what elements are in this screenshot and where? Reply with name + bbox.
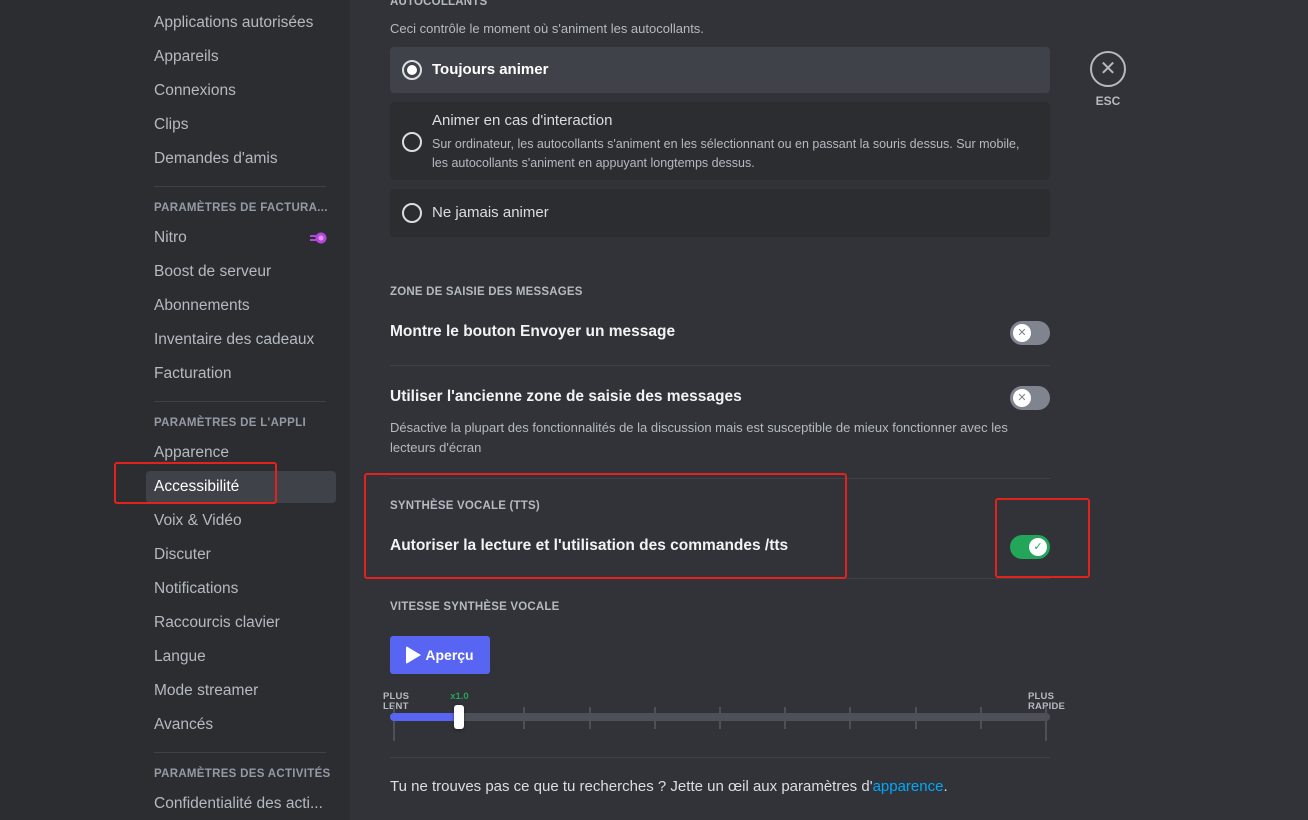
annotation-box-tts-setting bbox=[364, 473, 847, 579]
sidebar-item-advanced[interactable]: Avancés bbox=[146, 709, 336, 741]
sidebar-item-connections[interactable]: Connexions bbox=[146, 75, 336, 107]
radio-option-label: Toujours animer bbox=[432, 61, 549, 78]
sidebar-item-subscriptions[interactable]: Abonnements bbox=[146, 290, 336, 322]
sidebar-item-friend-requests[interactable]: Demandes d'amis bbox=[146, 143, 336, 175]
sidebar-item-nitro[interactable]: Nitro bbox=[146, 222, 336, 254]
sidebar-item-label: Facturation bbox=[154, 365, 232, 382]
slider-min-label-line: LENT bbox=[383, 701, 409, 712]
sidebar-item-label: Abonnements bbox=[154, 297, 250, 314]
legacy-input-setting-label: Utiliser l'ancienne zone de saisie des m… bbox=[390, 388, 742, 405]
sidebar-item-label: Accessibilité bbox=[154, 478, 240, 495]
footer-hint-suffix: . bbox=[943, 778, 948, 795]
legacy-input-toggle[interactable]: ✕ bbox=[1010, 386, 1050, 410]
sidebar-item-accessibility[interactable]: Accessibilité bbox=[146, 471, 336, 503]
sidebar-item-label: Raccourcis clavier bbox=[154, 614, 280, 631]
stickers-section-title: AUTOCOLLANTS bbox=[390, 0, 488, 8]
tts-speed-slider[interactable]: PLUS LENT PLUS RAPIDE x1.0 bbox=[383, 690, 1065, 750]
sidebar-item-streamer-mode[interactable]: Mode streamer bbox=[146, 675, 336, 707]
slider-min-label: PLUS LENT bbox=[383, 692, 409, 712]
slider-value-label: x1.0 bbox=[450, 691, 469, 702]
sidebar-item-voice-video[interactable]: Voix & Vidéo bbox=[146, 505, 336, 537]
toggle-off-x-icon: ✕ bbox=[1013, 389, 1031, 407]
slider-track[interactable] bbox=[390, 713, 1050, 721]
close-settings-button[interactable]: ✕ ESC bbox=[1090, 51, 1126, 108]
sidebar-item-clips[interactable]: Clips bbox=[146, 109, 336, 141]
tts-toggle[interactable]: ✓ bbox=[1010, 535, 1050, 559]
sidebar-item-label: Confidentialité des acti... bbox=[154, 795, 323, 812]
slider-fill bbox=[390, 713, 460, 721]
sidebar-item-label: Inventaire des cadeaux bbox=[154, 331, 315, 348]
setting-divider bbox=[390, 757, 1050, 758]
sidebar-item-activity-privacy[interactable]: Confidentialité des acti... bbox=[146, 788, 336, 820]
sidebar-header-billing: PARAMÈTRES DE FACTURA... bbox=[154, 202, 328, 214]
sidebar-header-activity: PARAMÈTRES DES ACTIVITÉS bbox=[154, 768, 331, 780]
sidebar-item-billing[interactable]: Facturation bbox=[146, 358, 336, 390]
sidebar-item-label: Avancés bbox=[154, 716, 214, 733]
message-input-section-title: ZONE DE SAISIE DES MESSAGES bbox=[390, 286, 583, 298]
settings-sidebar: Applications autorisées Appareils Connex… bbox=[0, 0, 350, 820]
radio-checked-icon[interactable] bbox=[402, 60, 422, 80]
sidebar-item-label: Voix & Vidéo bbox=[154, 512, 242, 529]
preview-button-label: Aperçu bbox=[425, 647, 474, 663]
sidebar-item-keybinds[interactable]: Raccourcis clavier bbox=[146, 607, 336, 639]
toggle-on-check-icon: ✓ bbox=[1029, 538, 1047, 556]
radio-option-label: Animer en cas d'interaction bbox=[432, 112, 613, 129]
radio-option-never-animate[interactable]: Ne jamais animer bbox=[390, 189, 1050, 237]
close-icon[interactable]: ✕ bbox=[1090, 51, 1126, 87]
sidebar-item-label: Appareils bbox=[154, 48, 219, 65]
sidebar-item-label: Notifications bbox=[154, 580, 239, 597]
nitro-icon bbox=[310, 231, 328, 245]
setting-divider bbox=[390, 578, 1050, 579]
sidebar-item-label: Apparence bbox=[154, 444, 229, 461]
radio-unchecked-icon[interactable] bbox=[402, 203, 422, 223]
esc-label: ESC bbox=[1095, 94, 1121, 108]
sidebar-item-label: Mode streamer bbox=[154, 682, 259, 699]
stickers-description: Ceci contrôle le moment où s'animent les… bbox=[390, 21, 704, 36]
sidebar-item-label: Nitro bbox=[154, 229, 187, 246]
appearance-link[interactable]: apparence bbox=[873, 778, 944, 795]
toggle-off-x-icon: ✕ bbox=[1013, 324, 1031, 342]
sidebar-item-label: Applications autorisées bbox=[154, 14, 314, 31]
slider-handle[interactable] bbox=[454, 705, 465, 729]
sidebar-item-label: Discuter bbox=[154, 546, 211, 563]
tts-setting-label: Autoriser la lecture et l'utilisation de… bbox=[390, 537, 789, 554]
radio-option-animate-on-interaction[interactable]: Animer en cas d'interaction Sur ordinate… bbox=[390, 102, 1050, 180]
radio-option-description: Sur ordinateur, les autocollants s'anime… bbox=[432, 137, 1020, 170]
sidebar-item-label: Boost de serveur bbox=[154, 263, 272, 280]
play-icon bbox=[406, 646, 422, 664]
legacy-input-description: Désactive la plupart des fonctionnalités… bbox=[390, 420, 1008, 455]
radio-option-always-animate[interactable]: Toujours animer bbox=[390, 47, 1050, 93]
footer-hint-text: Tu ne trouves pas ce que tu recherches ?… bbox=[390, 778, 873, 795]
sidebar-divider bbox=[154, 401, 326, 402]
sidebar-item-label: Clips bbox=[154, 116, 189, 133]
sidebar-item-appearance[interactable]: Apparence bbox=[146, 437, 336, 469]
tts-speed-section-title: VITESSE SYNTHÈSE VOCALE bbox=[390, 601, 560, 613]
sidebar-item-notifications[interactable]: Notifications bbox=[146, 573, 336, 605]
sidebar-header-app: PARAMÈTRES DE L'APPLI bbox=[154, 417, 306, 429]
sidebar-item-server-boost[interactable]: Boost de serveur bbox=[146, 256, 336, 288]
sidebar-item-authorized-apps[interactable]: Applications autorisées bbox=[146, 7, 336, 39]
radio-unchecked-icon[interactable] bbox=[402, 132, 422, 152]
tts-section-title: SYNTHÈSE VOCALE (TTS) bbox=[390, 500, 540, 512]
sidebar-item-label: Demandes d'amis bbox=[154, 150, 278, 167]
setting-divider bbox=[390, 365, 1050, 366]
sidebar-item-chat[interactable]: Discuter bbox=[146, 539, 336, 571]
sidebar-item-label: Connexions bbox=[154, 82, 236, 99]
setting-divider bbox=[390, 478, 1050, 479]
send-button-setting-label: Montre le bouton Envoyer un message bbox=[390, 323, 676, 340]
footer-hint: Tu ne trouves pas ce que tu recherches ?… bbox=[390, 778, 948, 795]
sidebar-item-label: Langue bbox=[154, 648, 206, 665]
send-button-toggle[interactable]: ✕ bbox=[1010, 321, 1050, 345]
sidebar-item-devices[interactable]: Appareils bbox=[146, 41, 336, 73]
sidebar-item-language[interactable]: Langue bbox=[146, 641, 336, 673]
preview-button[interactable]: Aperçu bbox=[390, 636, 490, 674]
sidebar-divider bbox=[154, 752, 326, 753]
sidebar-divider bbox=[154, 186, 326, 187]
sidebar-item-gift-inventory[interactable]: Inventaire des cadeaux bbox=[146, 324, 336, 356]
radio-option-label: Ne jamais animer bbox=[432, 204, 549, 221]
